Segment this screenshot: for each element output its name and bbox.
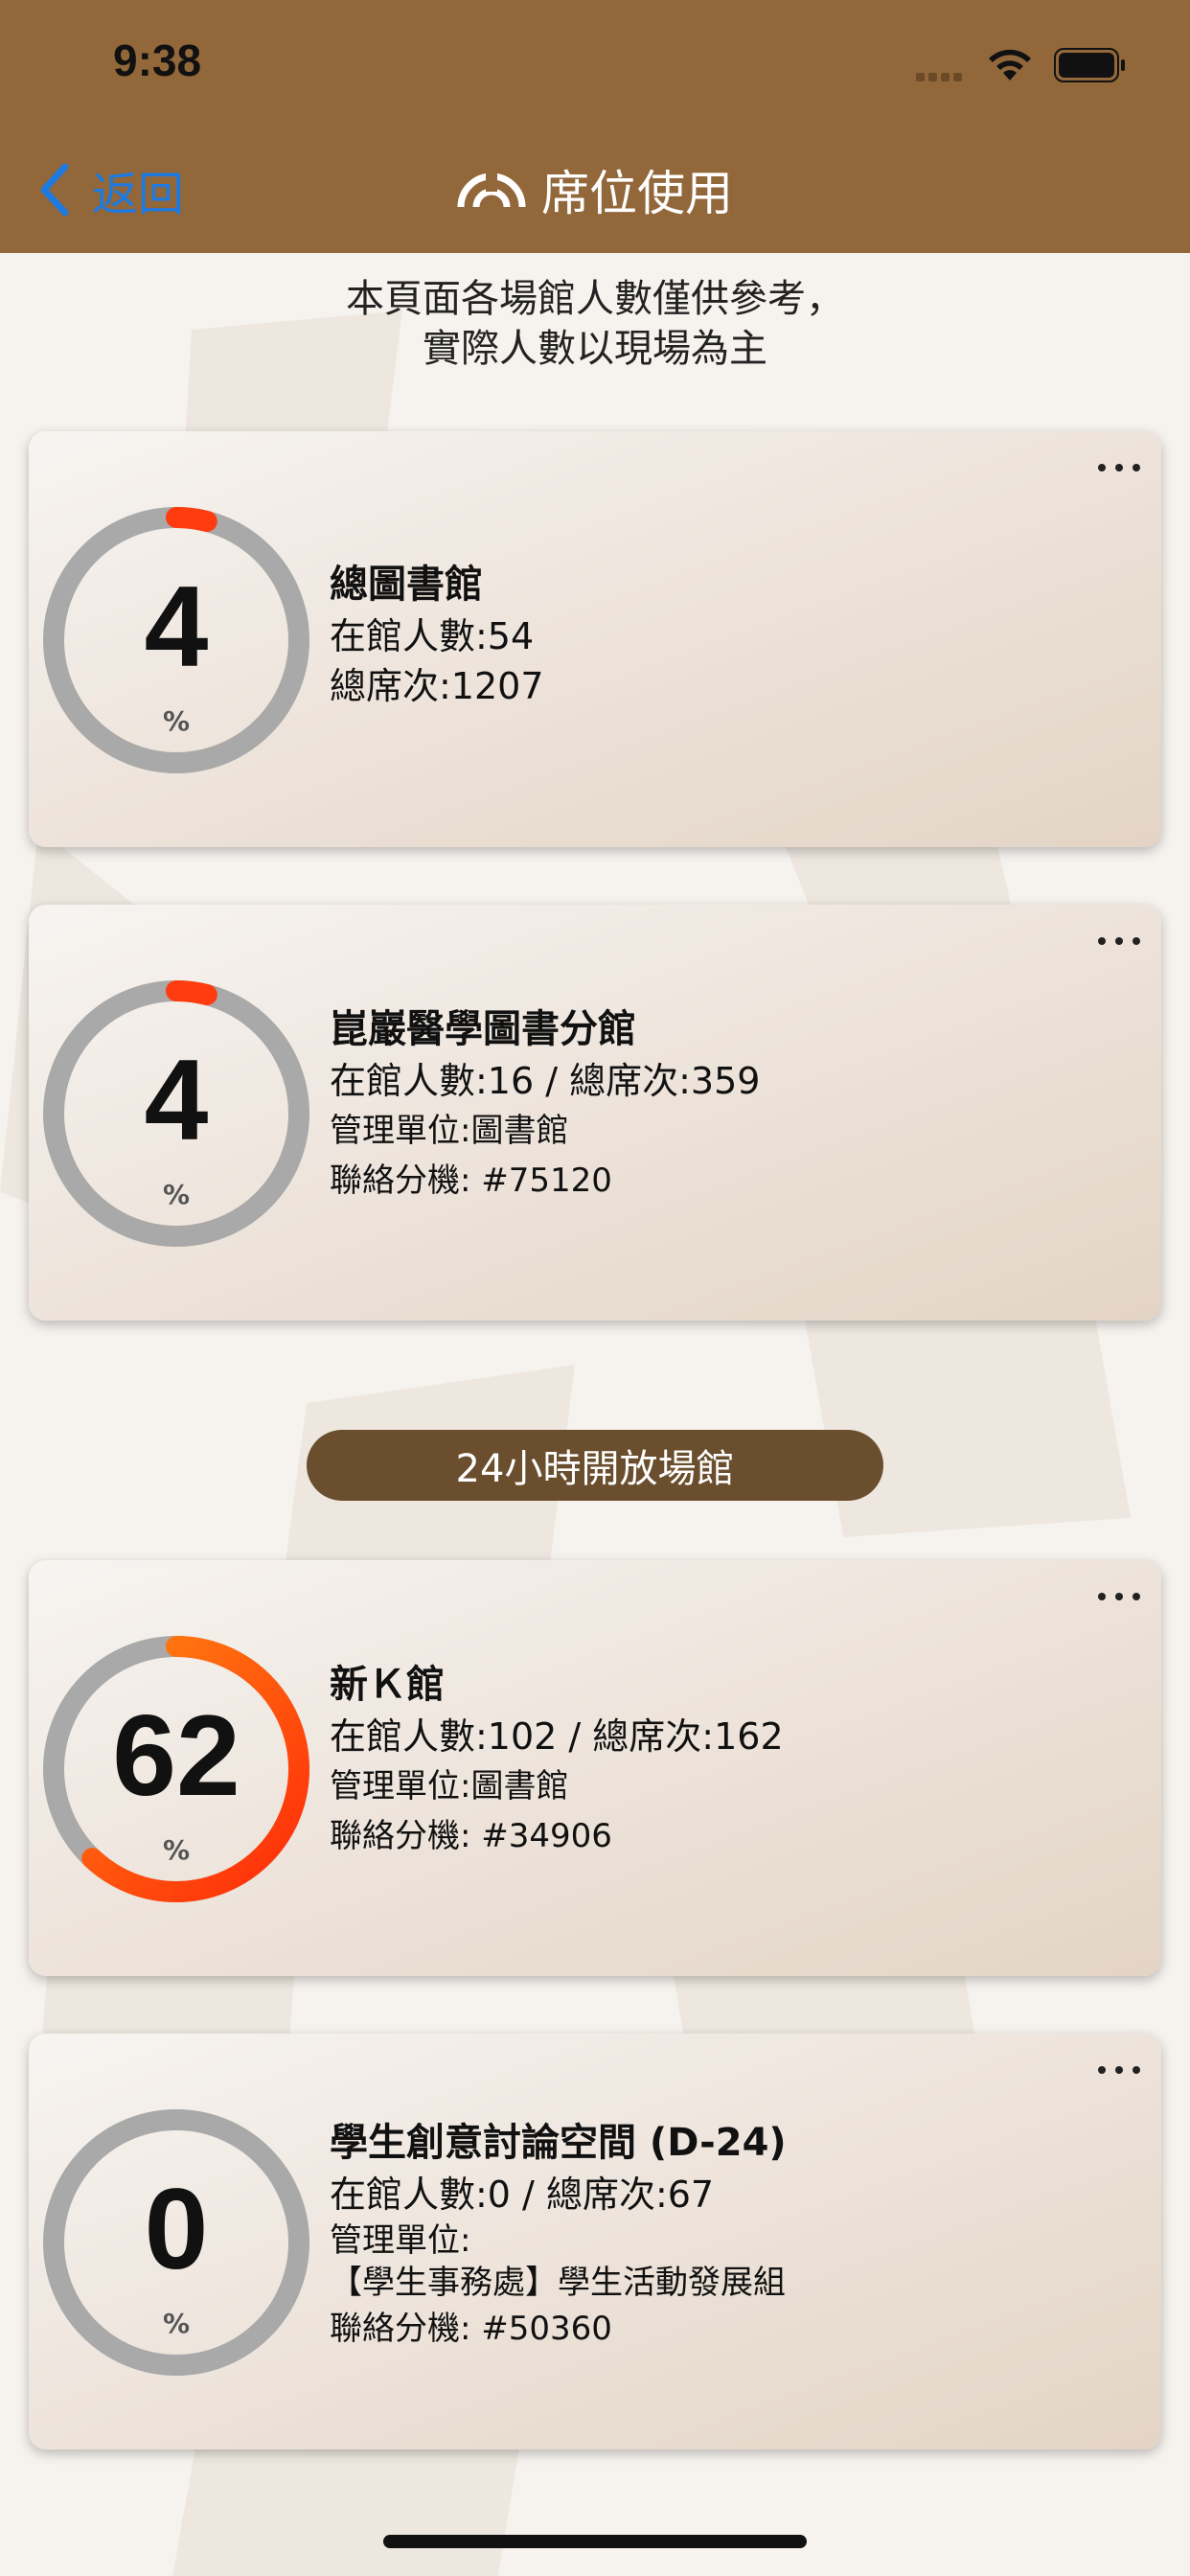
occupancy-count: 在館人數:54 <box>330 615 535 657</box>
occupancy-summary: 在館人數:0 / 總席次:67 <box>330 2174 715 2216</box>
occupancy-percent: 0 <box>144 2165 209 2293</box>
occupancy-summary: 在館人數:102 / 總席次:162 <box>330 1715 784 1758</box>
app-header: 9:38 返回 席位使用 <box>0 0 1190 253</box>
occupancy-summary: 在館人數:16 / 總席次:359 <box>330 1060 761 1102</box>
venue-card[interactable]: 4 % 崑巖醫學圖書分館 在館人數:16 / 總席次:359 管理單位:圖書館 … <box>29 905 1161 1321</box>
seat-usage-logo-icon <box>457 172 526 208</box>
occupancy-percent: 62 <box>112 1691 240 1820</box>
venue-name: 新Ｋ館 <box>330 1663 445 1707</box>
more-options-button[interactable] <box>1098 1587 1140 1606</box>
occupancy-gauge: 4 % <box>40 504 312 776</box>
managing-unit-label: 管理單位: <box>330 2221 471 2260</box>
notice-line-1: 本頁面各場館人數僅供參考， <box>346 277 844 321</box>
venue-name: 總圖書館 <box>330 563 483 607</box>
venue-info: 崑巖醫學圖書分館 在館人數:16 / 總席次:359 管理單位:圖書館 聯絡分機… <box>330 1002 760 1206</box>
occupancy-gauge: 4 % <box>40 978 312 1250</box>
percent-symbol: % <box>162 1179 191 1210</box>
cellular-signal-icon <box>916 67 966 85</box>
more-options-button[interactable] <box>1098 2060 1140 2080</box>
venue-info: 總圖書館 在館人數:54 總席次:1207 <box>330 558 544 711</box>
managing-unit: 【學生事務處】學生活動發展組 <box>330 2264 786 2302</box>
occupancy-percent: 4 <box>144 563 209 691</box>
occupancy-percent: 4 <box>144 1036 209 1164</box>
contact-extension: 聯絡分機: #75120 <box>330 1162 612 1200</box>
occupancy-gauge: 0 % <box>40 2106 312 2379</box>
managing-unit: 管理單位:圖書館 <box>330 1112 569 1150</box>
section-header-24h: 24小時開放場館 <box>307 1430 883 1501</box>
percent-symbol: % <box>162 2308 191 2339</box>
venue-card[interactable]: 4 % 總圖書館 在館人數:54 總席次:1207 <box>29 431 1161 847</box>
percent-symbol: % <box>162 705 191 737</box>
occupancy-gauge: 62 % <box>40 1633 312 1905</box>
page-title-text: 席位使用 <box>541 166 733 221</box>
contact-extension: 聯絡分機: #50360 <box>330 2310 612 2348</box>
battery-icon <box>1054 48 1125 82</box>
venue-name: 學生創意討論空間 (D-24) <box>330 2121 787 2165</box>
page-title: 席位使用 <box>0 159 1190 221</box>
notice-text: 本頁面各場館人數僅供參考， 實際人數以現場為主 <box>0 274 1190 374</box>
venue-card[interactable]: 62 % 新Ｋ館 在館人數:102 / 總席次:162 管理單位:圖書館 聯絡分… <box>29 1560 1161 1976</box>
notice-line-2: 實際人數以現場為主 <box>423 327 767 371</box>
managing-unit: 管理單位:圖書館 <box>330 1767 569 1806</box>
percent-symbol: % <box>162 1834 191 1866</box>
venue-card[interactable]: 0 % 學生創意討論空間 (D-24) 在館人數:0 / 總席次:67 管理單位… <box>29 2034 1161 2450</box>
contact-extension: 聯絡分機: #34906 <box>330 1817 612 1855</box>
more-options-button[interactable] <box>1098 932 1140 951</box>
venue-info: 學生創意討論空間 (D-24) 在館人數:0 / 總席次:67 管理單位: 【學… <box>330 2116 787 2354</box>
wifi-icon <box>989 49 1031 80</box>
status-time: 9:38 <box>113 35 202 85</box>
home-indicator[interactable] <box>383 2535 807 2548</box>
total-seats: 總席次:1207 <box>330 665 544 707</box>
venue-info: 新Ｋ館 在館人數:102 / 總席次:162 管理單位:圖書館 聯絡分機: #3… <box>330 1658 784 1861</box>
venue-name: 崑巖醫學圖書分館 <box>330 1007 636 1051</box>
more-options-button[interactable] <box>1098 458 1140 477</box>
